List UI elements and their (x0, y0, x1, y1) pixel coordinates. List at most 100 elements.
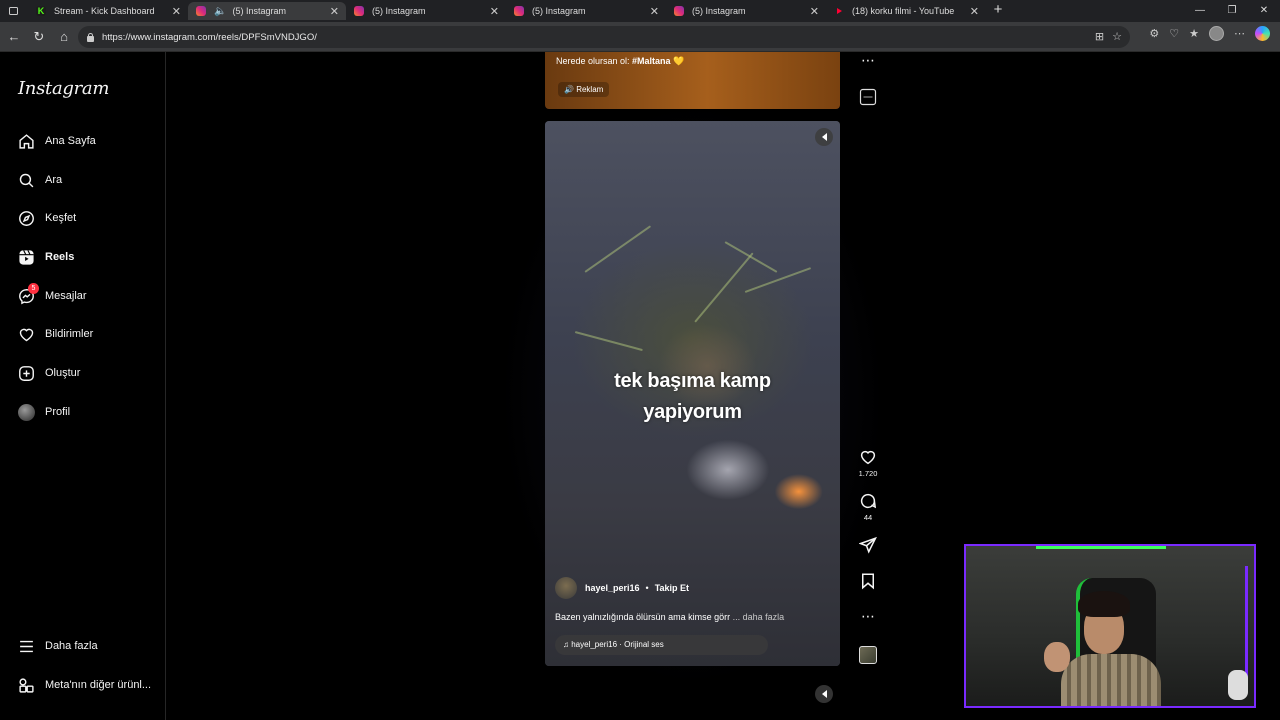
close-tab-icon[interactable]: ✕ (970, 5, 979, 18)
tab-instagram[interactable]: (5) Instagram ✕ (506, 2, 666, 20)
prev-audio-thumbnail[interactable] (856, 88, 880, 111)
app-available-icon[interactable]: ⊞ (1095, 30, 1104, 43)
ad-label-badge[interactable]: 🔊 Reklam (558, 82, 610, 97)
favorite-star-icon[interactable]: ☆ (1112, 30, 1122, 43)
audio-label: hayel_peri16 · Orijinal ses (571, 640, 664, 649)
tab-title: (5) Instagram (372, 6, 426, 16)
window-controls: — ❐ ✕ (1184, 0, 1280, 22)
sidebar-item-messages[interactable]: 5 Mesajlar (18, 282, 87, 308)
site-info-icon[interactable] (86, 32, 95, 42)
sidebar-item-label: Ara (45, 174, 63, 186)
tab-title: (5) Instagram (232, 6, 286, 16)
neon-light (1036, 546, 1166, 549)
reload-icon[interactable]: ↻ (27, 25, 51, 49)
ad-caption: Nerede olursan ol: #Maltana 💛 (556, 56, 684, 67)
save-bookmark-icon[interactable] (856, 572, 880, 595)
browser-profile-avatar[interactable] (1209, 26, 1224, 41)
reel-overlay-line: yapiyorum (643, 401, 742, 423)
sidebar-item-create[interactable]: Oluştur (18, 361, 80, 385)
comment-icon[interactable] (856, 492, 880, 515)
instagram-icon (674, 6, 684, 16)
sidebar-item-meta-products[interactable]: Meta'nın diğer ürünl... (18, 673, 151, 697)
home-icon[interactable]: ⌂ (52, 25, 76, 49)
sidebar-item-reels[interactable]: Reels (18, 245, 74, 269)
sidebar-item-label: Ana Sayfa (45, 135, 96, 147)
notification-badge: 5 (28, 282, 39, 294)
more-options-icon[interactable]: ⋯ (856, 52, 880, 69)
sidebar-item-label: Bildirimler (45, 328, 94, 340)
tab-instagram[interactable]: (5) Instagram ✕ (666, 2, 826, 20)
streamer-hand (1044, 642, 1070, 672)
minimize-icon[interactable]: — (1184, 0, 1216, 22)
close-tab-icon[interactable]: ✕ (172, 5, 181, 18)
tab-instagram[interactable]: (5) Instagram ✕ (346, 2, 506, 20)
ad-hashtag[interactable]: #Maltana (632, 56, 671, 66)
back-arrow-icon[interactable]: ← (2, 25, 26, 49)
close-window-icon[interactable]: ✕ (1248, 0, 1280, 22)
streamer-hair (1078, 591, 1130, 617)
sidebar-item-label: Daha fazla (45, 640, 98, 652)
reel-video[interactable]: tek başıma kamp yapiyorum hayel_peri16 •… (545, 121, 840, 666)
instagram-logo[interactable]: Instagram (18, 78, 109, 99)
tab-kick-dashboard[interactable]: K Stream - Kick Dashboard ✕ (28, 2, 188, 20)
more-options-icon[interactable]: ⋯ (856, 608, 880, 625)
next-reel-mute-button[interactable] (815, 685, 833, 703)
search-icon (18, 172, 35, 189)
close-tab-icon[interactable]: ✕ (650, 5, 659, 18)
original-audio-thumbnail[interactable] (859, 646, 877, 664)
audio-pill[interactable]: ♫ hayel_peri16 · Orijinal ses (555, 635, 768, 655)
tab-title: (5) Instagram (692, 6, 746, 16)
author-avatar[interactable] (555, 577, 577, 599)
more-menu-icon[interactable]: ⋯ (1234, 27, 1245, 40)
comment-count: 44 (863, 513, 873, 522)
previous-reel-ad[interactable]: Nerede olursan ol: #Maltana 💛 🔊 Reklam (545, 52, 840, 109)
sidebar-item-explore[interactable]: Keşfet (18, 206, 76, 230)
sidebar-item-search[interactable]: Ara (18, 168, 62, 192)
hamburger-menu-icon (18, 638, 35, 655)
sidebar-item-notifications[interactable]: Bildirimler (18, 322, 93, 346)
close-tab-icon[interactable]: ✕ (810, 5, 819, 18)
neon-light (1245, 566, 1248, 686)
youtube-icon (834, 6, 844, 16)
like-heart-icon[interactable] (856, 448, 880, 471)
close-tab-icon[interactable]: ✕ (330, 5, 339, 18)
sidebar-item-label: Keşfet (45, 212, 77, 224)
streamer-body (1061, 654, 1161, 706)
tab-youtube[interactable]: (18) korku filmi - YouTube ✕ (826, 2, 986, 20)
share-send-icon[interactable] (856, 536, 880, 559)
grid-shapes-icon (18, 677, 35, 694)
tab-actions-button[interactable] (0, 0, 26, 22)
plus-square-icon (18, 365, 35, 382)
browser-tab-bar: K Stream - Kick Dashboard ✕ 🔈 (5) Instag… (0, 0, 1280, 22)
author-username[interactable]: hayel_peri16 (585, 583, 640, 593)
extensions-icon[interactable]: ⚙ (1149, 27, 1159, 40)
sidebar-item-label: Oluştur (45, 367, 81, 379)
music-note-icon: ♫ (563, 640, 569, 649)
mute-toggle-button[interactable] (815, 128, 833, 146)
url-field[interactable]: https://www.instagram.com/reels/DPFSmVND… (78, 26, 1130, 48)
tab-title: (5) Instagram (532, 6, 586, 16)
sidebar-item-label: Profil (45, 406, 71, 418)
follow-button[interactable]: Takip Et (655, 583, 689, 593)
instagram-sidebar: Instagram Ana Sayfa Ara Keşfet Reels 5 M… (0, 52, 166, 720)
sidebar-item-profile[interactable]: Profil (18, 400, 70, 424)
speaker-icon[interactable]: 🔈 (214, 6, 226, 17)
reel-overlay-text: tek başıma kamp yapiyorum (545, 366, 840, 428)
url-text: https://www.instagram.com/reels/DPFSmVND… (102, 31, 317, 43)
sidebar-item-more[interactable]: Daha fazla (18, 634, 98, 658)
messenger-icon: 5 (18, 282, 39, 305)
sidebar-item-label: Reels (45, 251, 75, 263)
new-tab-button[interactable]: + (990, 2, 1006, 18)
tab-instagram-active[interactable]: 🔈 (5) Instagram ✕ (188, 2, 346, 20)
favorites-icon[interactable]: ★ (1189, 27, 1199, 40)
close-tab-icon[interactable]: ✕ (490, 5, 499, 18)
separator-dot: • (645, 583, 649, 593)
instagram-icon (196, 6, 206, 16)
sidebar-item-home[interactable]: Ana Sayfa (18, 129, 96, 153)
ad-caption-text: Nerede olursan ol: (556, 56, 633, 66)
streamer-webcam-overlay (964, 544, 1256, 708)
restore-icon[interactable]: ❐ (1216, 0, 1248, 22)
more-link[interactable]: ... daha fazla (733, 612, 785, 622)
copilot-icon[interactable] (1255, 26, 1270, 41)
browser-essentials-icon[interactable]: ♡ (1169, 27, 1179, 40)
